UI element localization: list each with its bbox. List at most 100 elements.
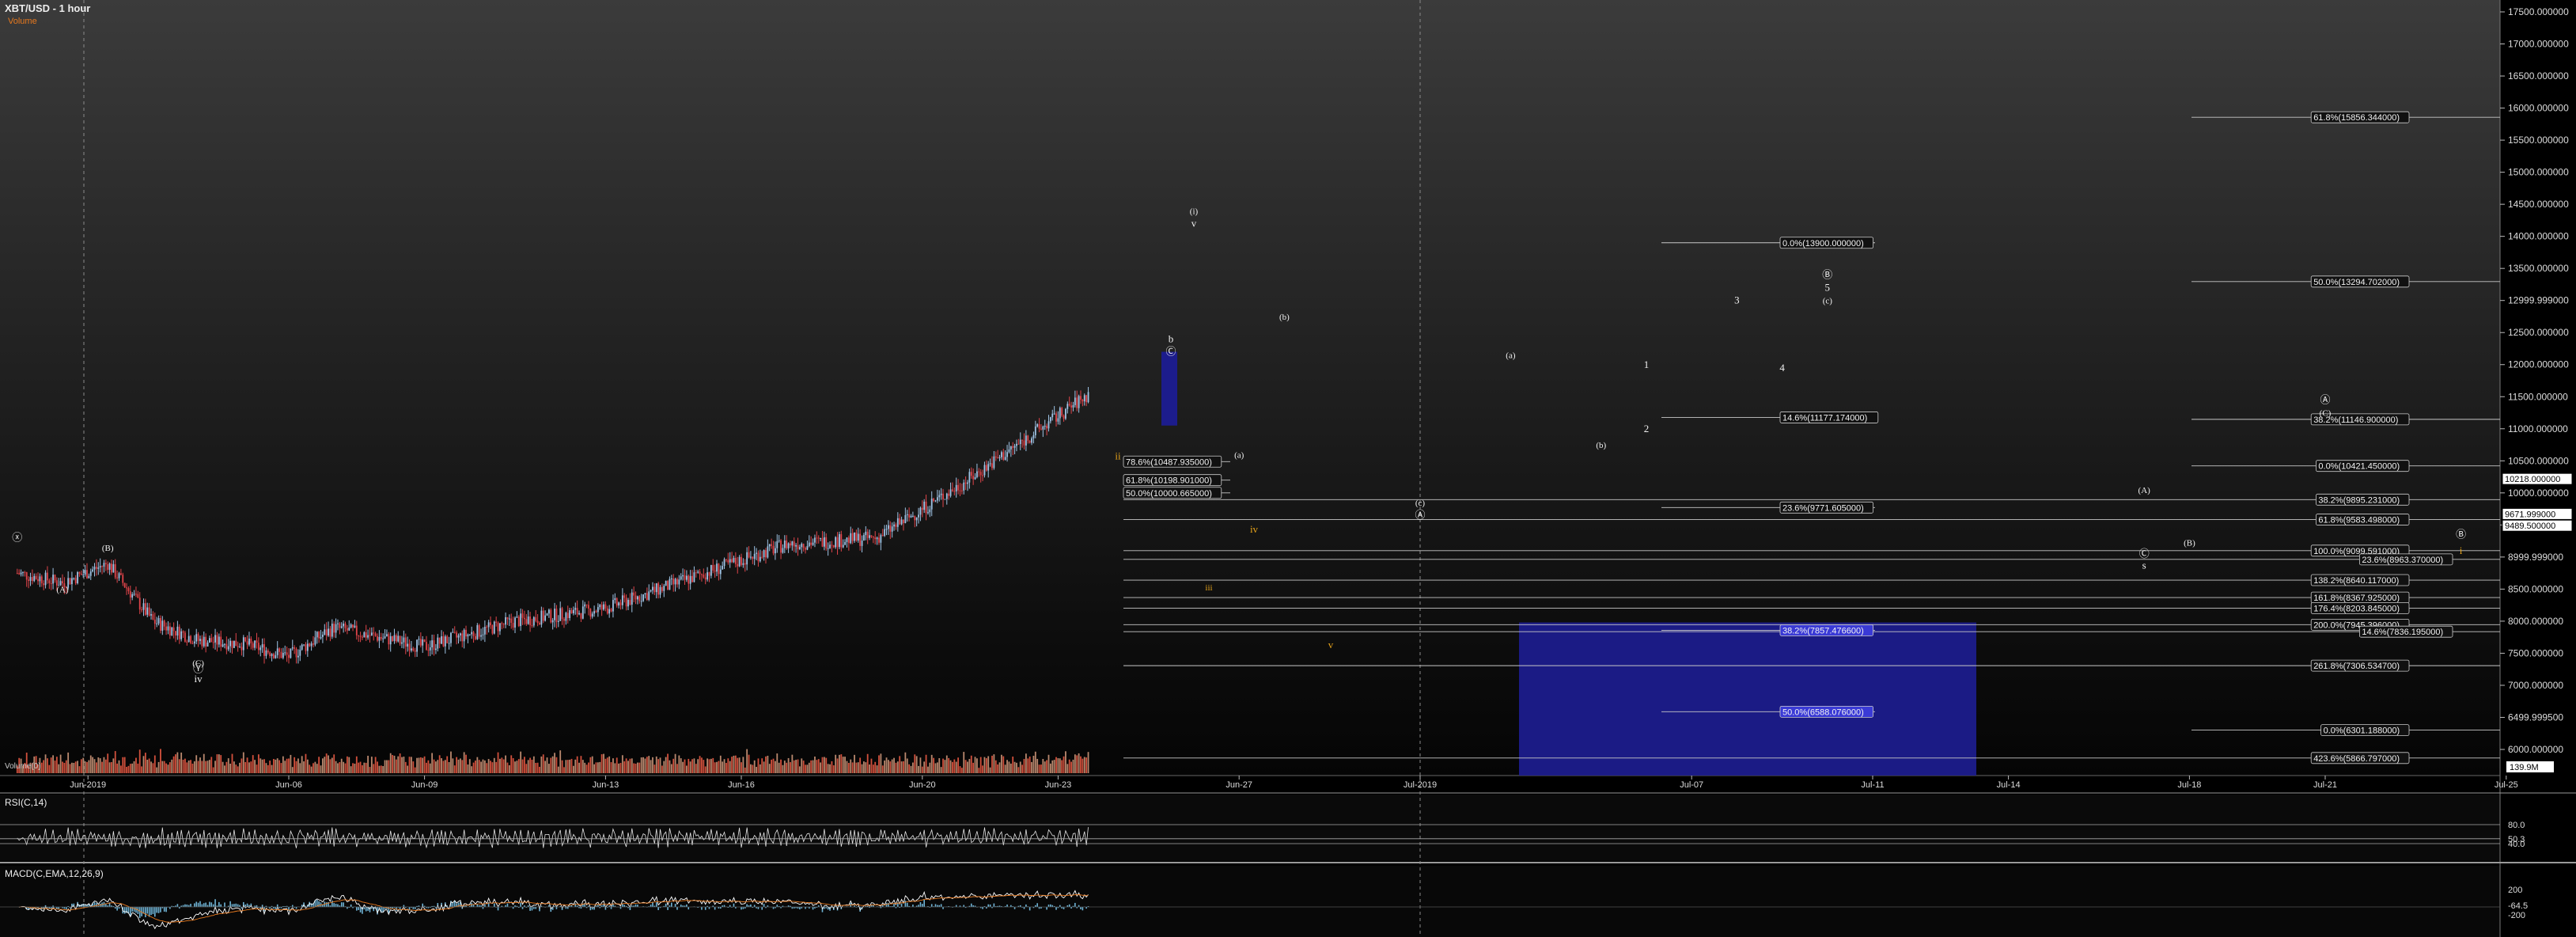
- candle-body: [767, 546, 769, 558]
- candle-body: [976, 471, 978, 477]
- volume-bar: [377, 761, 378, 773]
- candle-body: [1031, 438, 1032, 443]
- candle-body: [857, 533, 859, 541]
- candle-body: [644, 593, 646, 595]
- volume-bar: [942, 758, 944, 773]
- candle-body: [244, 637, 247, 642]
- macd-histogram-bar: [635, 904, 637, 907]
- candle-body: [165, 626, 167, 631]
- candle-body: [1085, 395, 1088, 403]
- volume-bar: [846, 761, 848, 773]
- volume-bar: [787, 757, 790, 773]
- volume-bar: [380, 765, 382, 773]
- candle-body: [33, 575, 36, 582]
- candle-body: [178, 626, 180, 639]
- volume-bar: [719, 755, 722, 773]
- volume-bar: [191, 763, 194, 773]
- wave-count-label: (b): [1279, 313, 1290, 322]
- candle-body: [37, 579, 39, 582]
- candle-body: [329, 628, 331, 637]
- volume-bar: [468, 759, 471, 773]
- volume-bar: [1023, 758, 1025, 773]
- macd-histogram-bar: [195, 901, 198, 907]
- volume-bar: [231, 753, 233, 773]
- volume-bar: [340, 758, 343, 773]
- volume-bar: [869, 764, 870, 773]
- macd-histogram-bar: [212, 904, 214, 907]
- volume-bar: [69, 764, 71, 773]
- volume-bar: [93, 759, 96, 773]
- candle-body: [983, 465, 986, 476]
- volume-bar: [482, 759, 484, 773]
- candle-body: [616, 597, 618, 606]
- candle-body: [569, 610, 571, 619]
- candle-body: [967, 482, 968, 484]
- candle-body: [408, 643, 411, 651]
- macd-histogram-bar: [776, 905, 778, 907]
- volume-bar: [457, 759, 460, 773]
- volume-bar: [284, 761, 286, 773]
- candle-body: [918, 514, 919, 518]
- volume-bar: [322, 758, 324, 773]
- candle-body: [88, 575, 90, 579]
- candle-body: [768, 544, 771, 547]
- volume-bar: [884, 760, 886, 773]
- volume-bar: [979, 757, 982, 773]
- macd-histogram-bar: [365, 907, 367, 912]
- candle-body: [554, 609, 555, 620]
- candle-body: [889, 525, 892, 532]
- volume-bar: [521, 759, 524, 773]
- candle-body: [422, 639, 424, 646]
- candle-body: [930, 499, 933, 510]
- candle-body: [259, 647, 262, 651]
- candle-body: [358, 635, 360, 636]
- volume-bar: [891, 759, 893, 773]
- volume-bar: [59, 754, 62, 773]
- candle-body: [453, 632, 456, 633]
- candle-body: [896, 518, 899, 527]
- candle-body: [412, 648, 415, 651]
- volume-bar: [625, 758, 627, 773]
- candle-body: [276, 648, 278, 655]
- volume-bar: [648, 756, 650, 773]
- volume-bar: [99, 758, 101, 773]
- candle-body: [310, 643, 313, 647]
- volume-bar: [535, 762, 537, 773]
- volume-bar: [325, 753, 328, 773]
- wave-count-label: (B): [102, 544, 114, 553]
- candle-body: [933, 499, 934, 502]
- candle-body: [1082, 399, 1084, 402]
- fib-level-right-label: 14.6%(7836.195000): [2362, 628, 2443, 637]
- y-tick-label: 13500.000000: [2508, 263, 2569, 274]
- macd-histogram-bar: [680, 905, 682, 907]
- y-tick-label: 15000.000000: [2508, 167, 2569, 178]
- volume-bar: [659, 757, 661, 773]
- candle-body: [263, 644, 265, 656]
- volume-bar: [214, 761, 216, 773]
- volume-bar: [855, 762, 858, 773]
- wave-count-label: (c): [1415, 499, 1426, 508]
- candle-body: [710, 564, 712, 576]
- volume-bar: [644, 758, 646, 773]
- macd-histogram-bar: [201, 904, 203, 907]
- volume-bar: [524, 757, 525, 773]
- volume-bar: [918, 765, 919, 773]
- candle-body: [261, 644, 263, 648]
- macd-histogram-bar: [799, 907, 801, 910]
- candle-body: [972, 476, 975, 480]
- volume-bar: [246, 757, 248, 773]
- volume-bar: [374, 757, 377, 773]
- volume-bar: [67, 752, 70, 773]
- volume-bar: [44, 754, 47, 773]
- volume-bar: [118, 760, 120, 773]
- volume-bar: [288, 758, 290, 773]
- candle-body: [303, 644, 305, 646]
- macd-histogram-bar: [1036, 903, 1038, 907]
- candle-body: [908, 514, 911, 518]
- candle-body: [780, 540, 782, 553]
- candle-body: [919, 507, 922, 515]
- candle-body: [99, 566, 101, 568]
- candle-body: [352, 624, 354, 628]
- candle-body: [1076, 397, 1078, 408]
- volume-bar: [212, 767, 214, 773]
